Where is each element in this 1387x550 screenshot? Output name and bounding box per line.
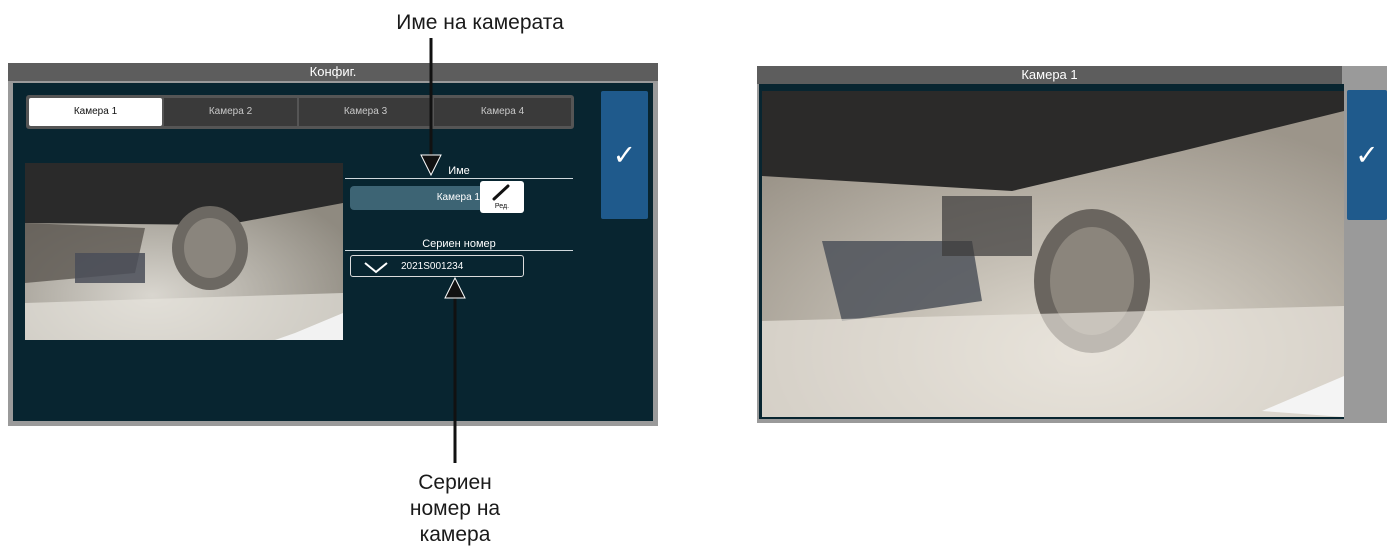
tab-camera-1[interactable]: Камера 1 xyxy=(29,98,162,126)
serial-label: Сериен номер xyxy=(422,238,496,250)
tab-camera-2[interactable]: Камера 2 xyxy=(164,98,297,126)
serial-number-value: 2021S001234 xyxy=(401,261,464,272)
callout-camera-name: Име на камерата xyxy=(396,11,564,34)
tab-camera-4[interactable]: Камера 4 xyxy=(434,98,571,126)
confirm-button[interactable]: ✓ xyxy=(601,91,648,219)
divider xyxy=(345,250,573,251)
edit-button[interactable]: Ред. xyxy=(480,181,524,213)
confirm-button[interactable]: ✓ xyxy=(1347,90,1387,220)
camera-view-title: Камера 1 xyxy=(757,66,1342,84)
callout-line: камера xyxy=(419,523,491,546)
check-icon: ✓ xyxy=(612,139,637,171)
chevron-down-icon xyxy=(364,262,388,274)
config-screen: Конфиг. Камера 1 Камера 2 Камера 3 Камер… xyxy=(8,63,658,426)
name-label: Име xyxy=(448,165,470,177)
serial-number-dropdown[interactable]: 2021S001234 xyxy=(350,255,524,277)
pencil-icon xyxy=(492,184,510,201)
camera-feed-image xyxy=(762,91,1344,417)
edit-label: Ред. xyxy=(494,203,510,210)
camera-preview-image xyxy=(25,163,343,340)
camera-view-screen: Камера 1 ✓ xyxy=(757,66,1387,423)
callout-line: номер на xyxy=(409,497,501,520)
camera-tabs: Камера 1 Камера 2 Камера 3 Камера 4 xyxy=(26,95,574,129)
callout-line: Сериен xyxy=(418,471,492,494)
check-icon: ✓ xyxy=(1355,139,1379,171)
config-title: Конфиг. xyxy=(8,63,658,81)
divider xyxy=(345,178,573,179)
config-body: Камера 1 Камера 2 Камера 3 Камера 4 Име … xyxy=(13,83,653,421)
callout-camera-serial: Сериен номер на камера xyxy=(380,470,530,548)
camera-view-body xyxy=(759,84,1344,419)
tab-camera-3[interactable]: Камера 3 xyxy=(299,98,432,126)
